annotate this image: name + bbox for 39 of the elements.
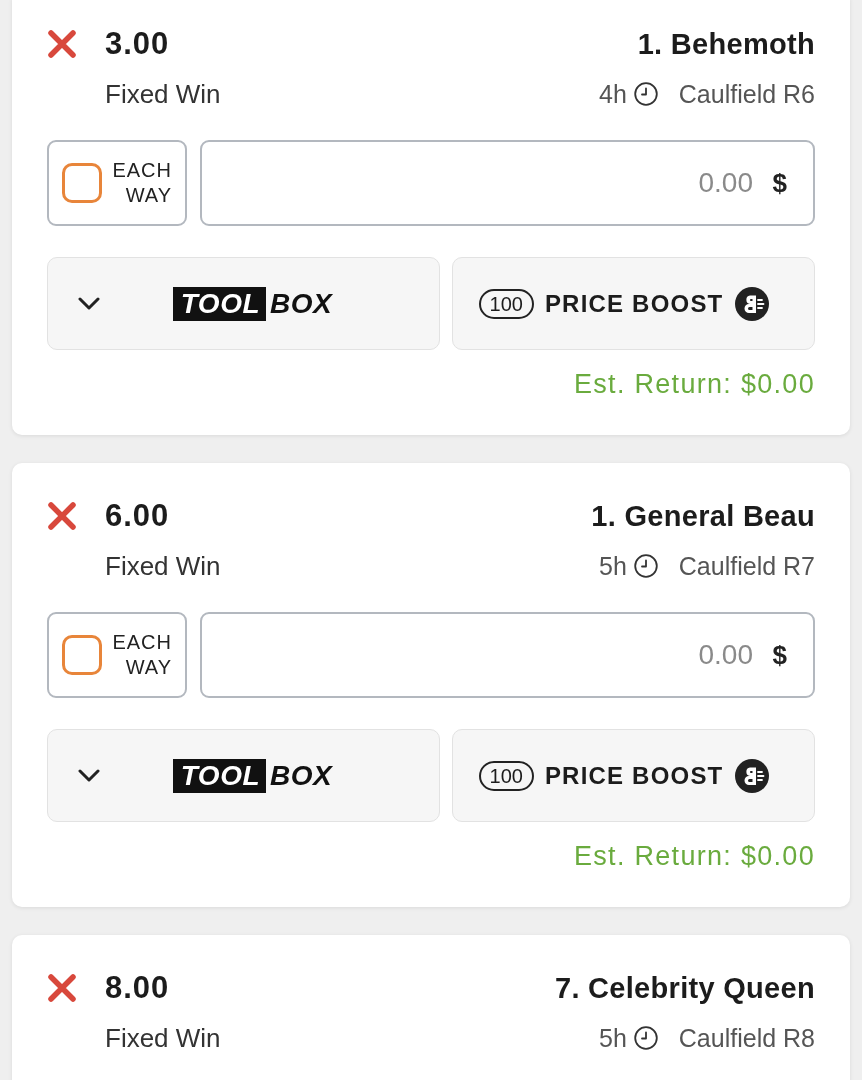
price-boost-button[interactable]: 100 PRICE BOOST xyxy=(452,257,815,350)
boost-count: 100 xyxy=(478,760,534,791)
time-to-start: 5h xyxy=(599,1023,627,1054)
race-name: Caulfield R8 xyxy=(678,1023,815,1054)
toolbox-button[interactable]: TOOL BOX xyxy=(47,257,440,350)
chevron-down-icon[interactable] xyxy=(78,768,100,783)
selection-name: 1. General Beau xyxy=(591,499,815,534)
clock-icon xyxy=(633,554,658,578)
each-way-toggle[interactable]: EACH WAY xyxy=(47,612,187,698)
chevron-down-icon[interactable] xyxy=(78,296,100,311)
close-icon[interactable] xyxy=(47,29,77,59)
selection-name: 1. Behemoth xyxy=(637,27,815,62)
currency-symbol: $ xyxy=(772,640,787,670)
race-name: Caulfield R6 xyxy=(678,79,815,110)
clock-icon xyxy=(633,82,658,106)
race-name: Caulfield R7 xyxy=(678,551,815,582)
boost-logo-icon xyxy=(734,285,771,322)
clock-icon xyxy=(633,1026,658,1050)
time-to-start: 5h xyxy=(599,551,627,582)
bet-type: Fixed Win xyxy=(105,550,221,583)
each-way-checkbox[interactable] xyxy=(62,163,102,203)
toolbox-button[interactable]: TOOL BOX xyxy=(47,729,440,822)
odds-value: 3.00 xyxy=(105,26,170,62)
each-way-toggle[interactable]: EACH WAY xyxy=(47,140,187,226)
odds-value: 6.00 xyxy=(105,498,170,534)
bet-type: Fixed Win xyxy=(105,78,221,111)
price-boost-button[interactable]: 100 PRICE BOOST xyxy=(452,729,815,822)
selection-name: 7. Celebrity Queen xyxy=(554,971,815,1006)
currency-symbol: $ xyxy=(772,168,787,198)
close-icon[interactable] xyxy=(47,973,77,1003)
close-icon[interactable] xyxy=(47,501,77,531)
estimated-return: Est. Return: $0.00 xyxy=(572,368,815,401)
each-way-checkbox[interactable] xyxy=(62,635,102,675)
boost-logo-icon xyxy=(734,757,771,794)
odds-value: 8.00 xyxy=(105,970,170,1006)
time-to-start: 4h xyxy=(599,79,627,110)
estimated-return: Est. Return: $0.00 xyxy=(572,840,815,873)
bet-type: Fixed Win xyxy=(105,1022,221,1055)
boost-count: 100 xyxy=(478,288,534,319)
